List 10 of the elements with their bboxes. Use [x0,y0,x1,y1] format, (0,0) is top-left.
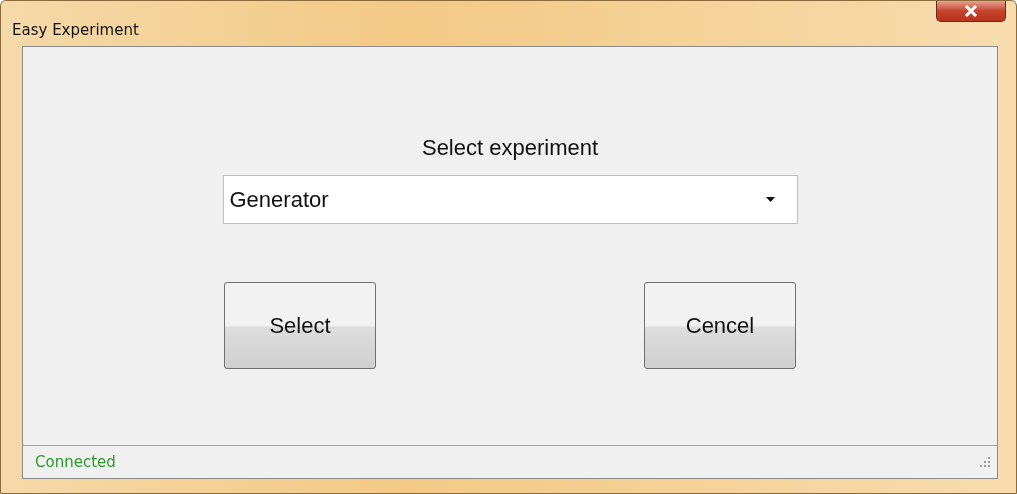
dialog-button[interactable]: Select [224,282,376,369]
experiment-dropdown[interactable]: Generator [222,175,798,224]
status-text: Connected [35,453,116,471]
prompt-label: Select experiment [421,135,599,161]
dialog-button[interactable]: Cencel [644,282,796,369]
resize-grip-icon [980,456,991,468]
close-button[interactable] [936,1,1006,22]
caret-icon [765,197,775,202]
close-icon [964,5,978,17]
window-title: Easy Experiment [12,21,139,39]
